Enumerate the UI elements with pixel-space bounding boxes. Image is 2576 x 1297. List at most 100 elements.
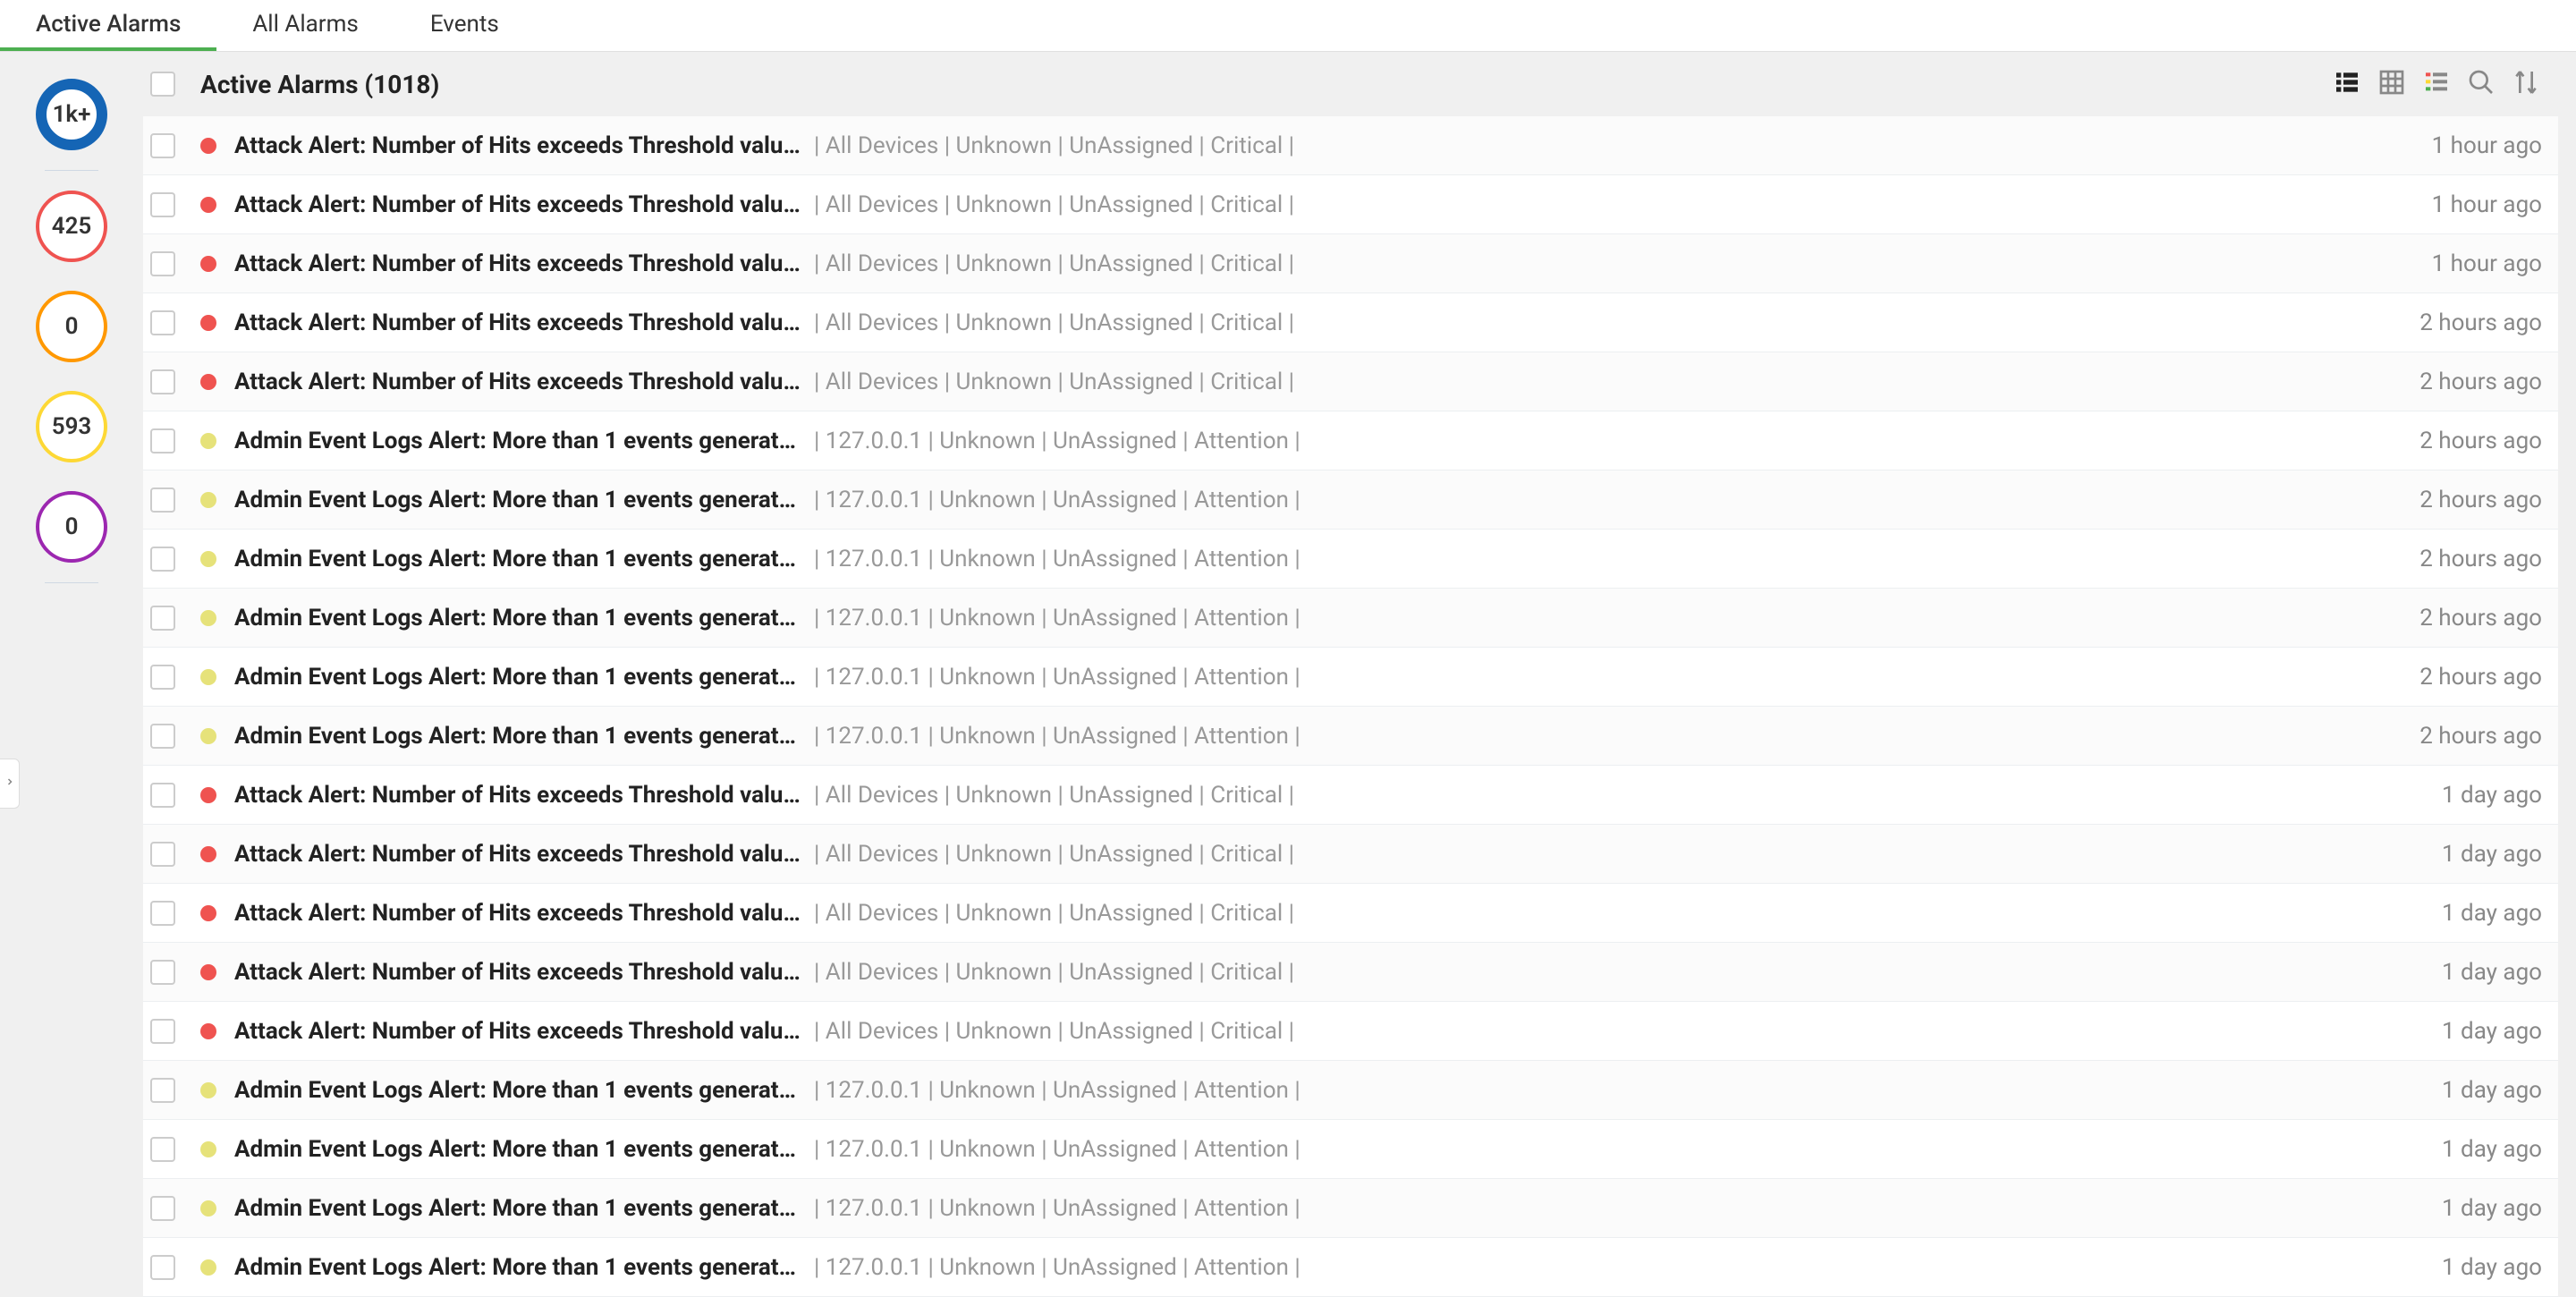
alarms-list: Attack Alert: Number of Hits exceeds Thr…: [143, 116, 2558, 1297]
alarm-row[interactable]: Attack Alert: Number of Hits exceeds Thr…: [143, 884, 2558, 943]
tab-all-alarms[interactable]: All Alarms: [216, 0, 394, 51]
alarm-time: 1 day ago: [2442, 1195, 2542, 1222]
alarm-meta: | 127.0.0.1 | Unknown | UnAssigned | Att…: [814, 546, 1301, 572]
list-view-button[interactable]: [2331, 68, 2363, 100]
alarm-row[interactable]: Admin Event Logs Alert: More than 1 even…: [143, 1061, 2558, 1120]
alarm-time: 1 day ago: [2442, 1077, 2542, 1104]
colored-list-icon: [2422, 68, 2451, 100]
alarm-row[interactable]: Attack Alert: Number of Hits exceeds Thr…: [143, 293, 2558, 352]
list-view-icon: [2333, 68, 2361, 100]
severity-dot-icon: [200, 1141, 216, 1157]
row-checkbox[interactable]: [150, 901, 175, 926]
alarm-row[interactable]: Admin Event Logs Alert: More than 1 even…: [143, 1120, 2558, 1179]
severity-dot-icon: [200, 728, 216, 744]
list-toolbar: [2331, 68, 2542, 100]
alarm-row[interactable]: Admin Event Logs Alert: More than 1 even…: [143, 707, 2558, 766]
expand-sidebar-handle[interactable]: [0, 759, 20, 809]
alarm-row[interactable]: Admin Event Logs Alert: More than 1 even…: [143, 648, 2558, 707]
row-checkbox[interactable]: [150, 133, 175, 158]
alarm-meta: | All Devices | Unknown | UnAssigned | C…: [814, 782, 1294, 809]
severity-badge-total[interactable]: 1k+: [36, 79, 107, 150]
alarm-row[interactable]: Attack Alert: Number of Hits exceeds Thr…: [143, 943, 2558, 1002]
alarm-title: Attack Alert: Number of Hits exceeds Thr…: [234, 369, 807, 395]
alarm-row[interactable]: Attack Alert: Number of Hits exceeds Thr…: [143, 825, 2558, 884]
grid-view-button[interactable]: [2376, 68, 2408, 100]
severity-dot-icon: [200, 433, 216, 449]
alarm-row[interactable]: Attack Alert: Number of Hits exceeds Thr…: [143, 175, 2558, 234]
row-checkbox[interactable]: [150, 487, 175, 513]
alarm-row[interactable]: Admin Event Logs Alert: More than 1 even…: [143, 530, 2558, 589]
divider: [45, 170, 98, 171]
alarm-title: Attack Alert: Number of Hits exceeds Thr…: [234, 1018, 807, 1045]
severity-dot-icon: [200, 1023, 216, 1039]
alarm-time: 2 hours ago: [2419, 428, 2542, 454]
alarm-time: 1 hour ago: [2432, 250, 2542, 277]
severity-badge-trouble[interactable]: 0: [36, 291, 107, 362]
alarm-meta: | All Devices | Unknown | UnAssigned | C…: [814, 900, 1294, 927]
severity-dot-icon: [200, 1200, 216, 1216]
row-checkbox[interactable]: [150, 1255, 175, 1280]
row-checkbox[interactable]: [150, 1019, 175, 1044]
alarm-row[interactable]: Attack Alert: Number of Hits exceeds Thr…: [143, 116, 2558, 175]
severity-dot-icon: [200, 197, 216, 213]
row-checkbox[interactable]: [150, 783, 175, 808]
alarm-meta: | All Devices | Unknown | UnAssigned | C…: [814, 132, 1294, 159]
alarm-row[interactable]: Attack Alert: Number of Hits exceeds Thr…: [143, 234, 2558, 293]
alarm-title: Attack Alert: Number of Hits exceeds Thr…: [234, 191, 807, 218]
select-all-checkbox[interactable]: [150, 72, 175, 97]
row-checkbox[interactable]: [150, 192, 175, 217]
color-list-button[interactable]: [2420, 68, 2453, 100]
row-checkbox[interactable]: [150, 547, 175, 572]
alarm-title: Admin Event Logs Alert: More than 1 even…: [234, 1077, 807, 1104]
sort-button[interactable]: [2510, 68, 2542, 100]
tab-events[interactable]: Events: [394, 0, 535, 51]
alarm-time: 2 hours ago: [2419, 605, 2542, 632]
alarm-row[interactable]: Admin Event Logs Alert: More than 1 even…: [143, 589, 2558, 648]
severity-badge-critical[interactable]: 425: [36, 191, 107, 262]
alarm-meta: | All Devices | Unknown | UnAssigned | C…: [814, 191, 1294, 218]
row-checkbox[interactable]: [150, 1196, 175, 1221]
row-checkbox[interactable]: [150, 369, 175, 394]
alarm-row[interactable]: Attack Alert: Number of Hits exceeds Thr…: [143, 766, 2558, 825]
alarm-row[interactable]: Attack Alert: Number of Hits exceeds Thr…: [143, 352, 2558, 411]
chevron-right-icon: [4, 773, 15, 794]
alarm-meta: | 127.0.0.1 | Unknown | UnAssigned | Att…: [814, 487, 1301, 513]
alarm-title: Attack Alert: Number of Hits exceeds Thr…: [234, 309, 807, 336]
alarm-row[interactable]: Admin Event Logs Alert: More than 1 even…: [143, 411, 2558, 470]
alarm-time: 2 hours ago: [2419, 487, 2542, 513]
severity-dot-icon: [200, 846, 216, 862]
alarm-time: 1 day ago: [2442, 900, 2542, 927]
alarm-time: 1 day ago: [2442, 782, 2542, 809]
row-checkbox[interactable]: [150, 606, 175, 631]
search-icon: [2467, 68, 2496, 100]
row-checkbox[interactable]: [150, 1078, 175, 1103]
alarm-row[interactable]: Admin Event Logs Alert: More than 1 even…: [143, 1238, 2558, 1297]
alarm-time: 1 day ago: [2442, 1254, 2542, 1281]
alarm-meta: | All Devices | Unknown | UnAssigned | C…: [814, 369, 1294, 395]
alarm-row[interactable]: Attack Alert: Number of Hits exceeds Thr…: [143, 1002, 2558, 1061]
severity-dot-icon: [200, 1259, 216, 1276]
alarm-row[interactable]: Admin Event Logs Alert: More than 1 even…: [143, 1179, 2558, 1238]
row-checkbox[interactable]: [150, 724, 175, 749]
alarm-time: 2 hours ago: [2419, 664, 2542, 691]
alarm-row[interactable]: Admin Event Logs Alert: More than 1 even…: [143, 470, 2558, 530]
row-checkbox[interactable]: [150, 251, 175, 276]
row-checkbox[interactable]: [150, 842, 175, 867]
alarm-meta: | 127.0.0.1 | Unknown | UnAssigned | Att…: [814, 428, 1301, 454]
severity-badge-attention[interactable]: 593: [36, 391, 107, 462]
severity-dot-icon: [200, 256, 216, 272]
severity-badge-other[interactable]: 0: [36, 491, 107, 563]
alarm-meta: | All Devices | Unknown | UnAssigned | C…: [814, 1018, 1294, 1045]
row-checkbox[interactable]: [150, 960, 175, 985]
row-checkbox[interactable]: [150, 1137, 175, 1162]
tab-active-alarms[interactable]: Active Alarms: [0, 0, 216, 51]
row-checkbox[interactable]: [150, 310, 175, 335]
alarm-title: Admin Event Logs Alert: More than 1 even…: [234, 1195, 807, 1222]
alarm-time: 1 day ago: [2442, 841, 2542, 868]
row-checkbox[interactable]: [150, 665, 175, 690]
row-checkbox[interactable]: [150, 428, 175, 454]
search-button[interactable]: [2465, 68, 2497, 100]
alarm-time: 1 hour ago: [2432, 132, 2542, 159]
severity-dot-icon: [200, 787, 216, 803]
severity-dot-icon: [200, 964, 216, 980]
